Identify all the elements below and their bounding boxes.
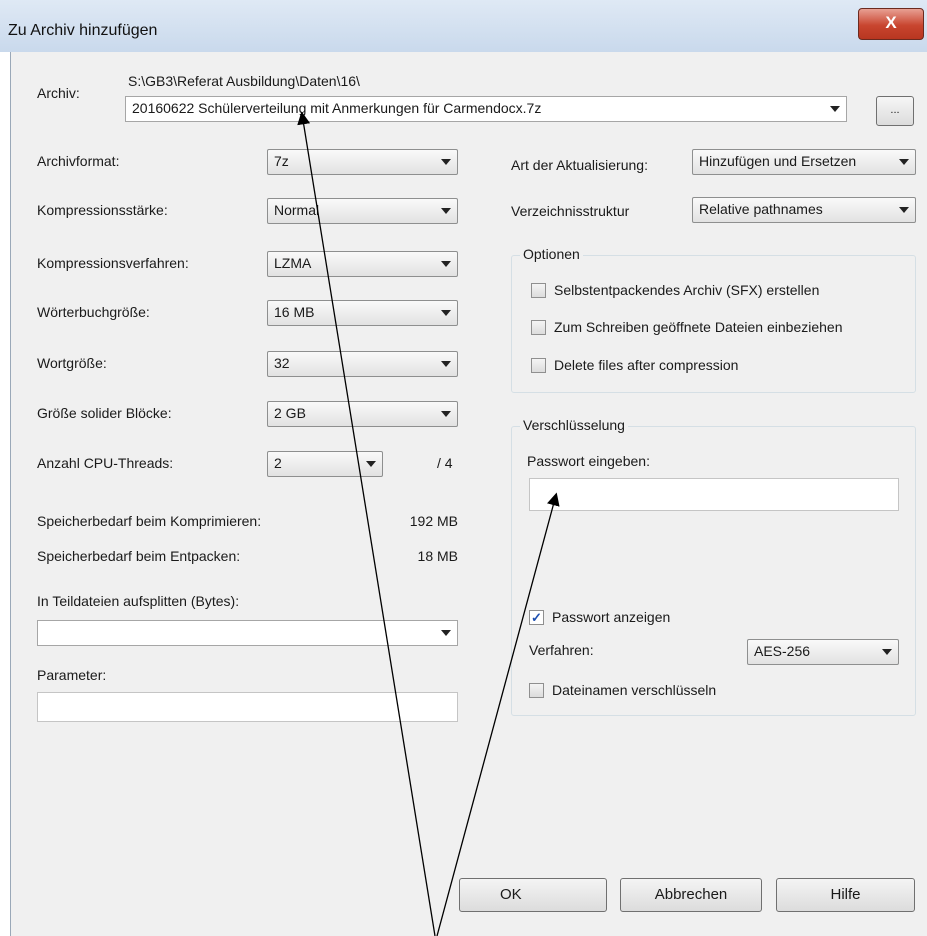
arrow-to-filename: [297, 111, 436, 936]
arrow-to-password: [436, 492, 560, 936]
annotation-arrows: [297, 111, 560, 936]
